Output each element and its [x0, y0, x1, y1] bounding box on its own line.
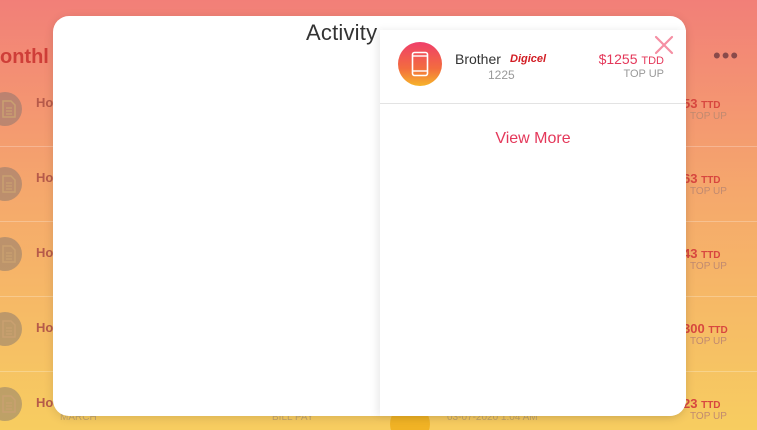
list-item-amount: 53 TTD	[683, 96, 721, 111]
page-title: onthl	[0, 46, 49, 68]
list-item-name: Ho	[36, 395, 54, 410]
activity-panel: Brother Digicel 1225 $1255 TDD TOP UP Vi…	[380, 30, 686, 416]
list-item-type: TOP UP	[690, 111, 727, 122]
modal-title: Activity	[306, 20, 378, 45]
more-horizontal-icon[interactable]: •••	[713, 45, 739, 67]
list-item-amount: 63 TTD	[683, 171, 721, 186]
document-icon	[0, 167, 22, 201]
activity-type: TOP UP	[623, 68, 664, 80]
document-icon	[0, 237, 22, 271]
activity-item[interactable]: Brother Digicel 1225 $1255 TDD TOP UP	[380, 30, 686, 104]
document-icon	[0, 92, 22, 126]
list-item-name: Ho	[36, 320, 54, 335]
list-item-type: TOP UP	[690, 336, 727, 347]
list-item-type: TOP UP	[690, 411, 727, 422]
list-item-name: Ho	[36, 95, 54, 110]
view-more-link[interactable]: View More	[380, 130, 686, 148]
list-item-amount: 43 TTD	[683, 246, 721, 261]
list-item-type: TOP UP	[690, 186, 727, 197]
list-item-type: TOP UP	[690, 261, 727, 272]
activity-name: Brother	[455, 51, 501, 67]
document-icon	[0, 312, 22, 346]
carrier-logo: Digicel	[510, 53, 547, 65]
smartphone-icon	[398, 42, 442, 86]
close-icon[interactable]	[653, 34, 675, 56]
activity-number: 1225	[488, 68, 515, 82]
list-item-name: Ho	[36, 170, 54, 185]
list-item-amount: 23 TTD	[683, 396, 721, 411]
document-icon	[0, 387, 22, 421]
list-item-amount: 300 TTD	[683, 321, 728, 336]
activity-modal: Activity Brother Digicel 1225 $1255 TDD …	[53, 16, 686, 416]
list-item-name: Ho	[36, 245, 54, 260]
